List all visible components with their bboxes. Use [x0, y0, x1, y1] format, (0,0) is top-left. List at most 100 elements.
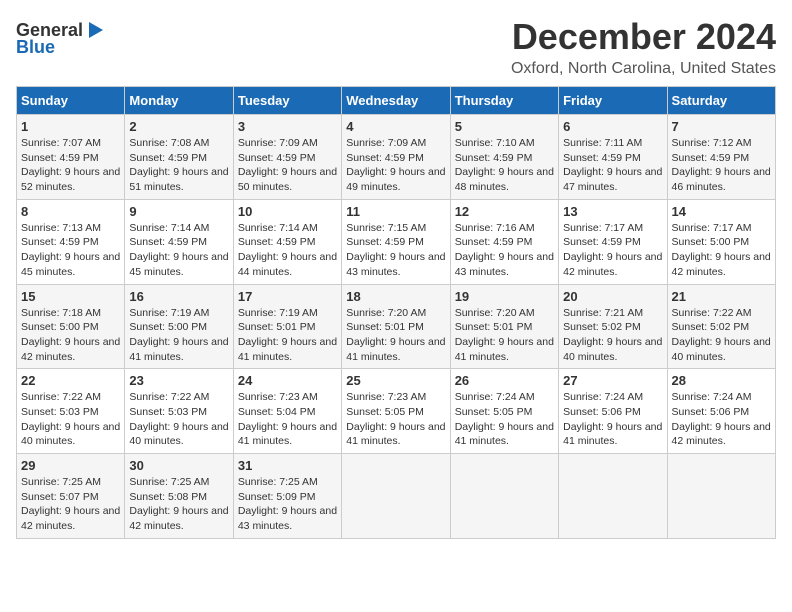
day-number: 7	[672, 119, 771, 134]
calendar-cell: 16 Sunrise: 7:19 AMSunset: 5:00 PMDayligh…	[125, 284, 233, 369]
day-number: 13	[563, 204, 662, 219]
day-number: 15	[21, 289, 120, 304]
day-number: 26	[455, 373, 554, 388]
day-number: 6	[563, 119, 662, 134]
calendar-cell	[342, 454, 450, 539]
calendar-week-row: 1 Sunrise: 7:07 AMSunset: 4:59 PMDaylight…	[17, 115, 776, 200]
day-detail: Sunrise: 7:19 AMSunset: 5:01 PMDaylight:…	[238, 306, 337, 365]
calendar-cell: 9 Sunrise: 7:14 AMSunset: 4:59 PMDaylight…	[125, 199, 233, 284]
calendar-cell: 6 Sunrise: 7:11 AMSunset: 4:59 PMDaylight…	[559, 115, 667, 200]
day-number: 10	[238, 204, 337, 219]
calendar-cell: 21 Sunrise: 7:22 AMSunset: 5:02 PMDayligh…	[667, 284, 775, 369]
day-detail: Sunrise: 7:23 AMSunset: 5:04 PMDaylight:…	[238, 390, 337, 449]
day-header-tuesday: Tuesday	[233, 87, 341, 115]
day-detail: Sunrise: 7:19 AMSunset: 5:00 PMDaylight:…	[129, 306, 228, 365]
day-detail: Sunrise: 7:07 AMSunset: 4:59 PMDaylight:…	[21, 136, 120, 195]
day-number: 18	[346, 289, 445, 304]
day-detail: Sunrise: 7:10 AMSunset: 4:59 PMDaylight:…	[455, 136, 554, 195]
calendar-cell: 14Sunrise: 7:17 AMSunset: 5:00 PMDayligh…	[667, 199, 775, 284]
day-detail: Sunrise: 7:17 AMSunset: 4:59 PMDaylight:…	[563, 221, 662, 280]
day-header-thursday: Thursday	[450, 87, 558, 115]
page-header: General Blue December 2024 Oxford, North…	[16, 16, 776, 78]
calendar-cell: 31 Sunrise: 7:25 AMSunset: 5:09 PMDayligh…	[233, 454, 341, 539]
day-number: 28	[672, 373, 771, 388]
calendar-cell: 17 Sunrise: 7:19 AMSunset: 5:01 PMDayligh…	[233, 284, 341, 369]
calendar-table: SundayMondayTuesdayWednesdayThursdayFrid…	[16, 86, 776, 539]
day-detail: Sunrise: 7:24 AMSunset: 5:05 PMDaylight:…	[455, 390, 554, 449]
day-detail: Sunrise: 7:09 AMSunset: 4:59 PMDaylight:…	[346, 136, 445, 195]
day-number: 17	[238, 289, 337, 304]
logo: General Blue	[16, 20, 105, 58]
day-number: 21	[672, 289, 771, 304]
calendar-cell: 20Sunrise: 7:21 AMSunset: 5:02 PMDayligh…	[559, 284, 667, 369]
day-header-sunday: Sunday	[17, 87, 125, 115]
calendar-cell: 5 Sunrise: 7:10 AMSunset: 4:59 PMDaylight…	[450, 115, 558, 200]
calendar-cell: 13 Sunrise: 7:17 AMSunset: 4:59 PMDayligh…	[559, 199, 667, 284]
day-number: 31	[238, 458, 337, 473]
day-number: 3	[238, 119, 337, 134]
calendar-header-row: SundayMondayTuesdayWednesdayThursdayFrid…	[17, 87, 776, 115]
calendar-title-area: December 2024 Oxford, North Carolina, Un…	[511, 16, 776, 78]
day-detail: Sunrise: 7:11 AMSunset: 4:59 PMDaylight:…	[563, 136, 662, 195]
day-detail: Sunrise: 7:25 AMSunset: 5:09 PMDaylight:…	[238, 475, 337, 534]
calendar-cell: 22 Sunrise: 7:22 AMSunset: 5:03 PMDayligh…	[17, 369, 125, 454]
logo-blue-text: Blue	[16, 37, 55, 58]
calendar-cell	[559, 454, 667, 539]
day-number: 8	[21, 204, 120, 219]
day-number: 20	[563, 289, 662, 304]
calendar-cell: 1 Sunrise: 7:07 AMSunset: 4:59 PMDaylight…	[17, 115, 125, 200]
calendar-cell: 26 Sunrise: 7:24 AMSunset: 5:05 PMDayligh…	[450, 369, 558, 454]
calendar-cell: 27Sunrise: 7:24 AMSunset: 5:06 PMDayligh…	[559, 369, 667, 454]
day-number: 5	[455, 119, 554, 134]
calendar-cell: 19Sunrise: 7:20 AMSunset: 5:01 PMDayligh…	[450, 284, 558, 369]
day-detail: Sunrise: 7:14 AMSunset: 4:59 PMDaylight:…	[238, 221, 337, 280]
calendar-week-row: 15Sunrise: 7:18 AMSunset: 5:00 PMDayligh…	[17, 284, 776, 369]
calendar-cell	[450, 454, 558, 539]
day-detail: Sunrise: 7:22 AMSunset: 5:03 PMDaylight:…	[21, 390, 120, 449]
day-number: 25	[346, 373, 445, 388]
day-detail: Sunrise: 7:15 AMSunset: 4:59 PMDaylight:…	[346, 221, 445, 280]
calendar-cell: 15Sunrise: 7:18 AMSunset: 5:00 PMDayligh…	[17, 284, 125, 369]
calendar-week-row: 8 Sunrise: 7:13 AMSunset: 4:59 PMDaylight…	[17, 199, 776, 284]
calendar-cell: 29 Sunrise: 7:25 AMSunset: 5:07 PMDayligh…	[17, 454, 125, 539]
day-number: 11	[346, 204, 445, 219]
day-header-wednesday: Wednesday	[342, 87, 450, 115]
day-detail: Sunrise: 7:13 AMSunset: 4:59 PMDaylight:…	[21, 221, 120, 280]
calendar-cell: 11 Sunrise: 7:15 AMSunset: 4:59 PMDayligh…	[342, 199, 450, 284]
calendar-cell: 28 Sunrise: 7:24 AMSunset: 5:06 PMDayligh…	[667, 369, 775, 454]
day-detail: Sunrise: 7:08 AMSunset: 4:59 PMDaylight:…	[129, 136, 228, 195]
day-number: 9	[129, 204, 228, 219]
day-number: 16	[129, 289, 228, 304]
day-detail: Sunrise: 7:25 AMSunset: 5:07 PMDaylight:…	[21, 475, 120, 534]
calendar-cell	[667, 454, 775, 539]
day-detail: Sunrise: 7:24 AMSunset: 5:06 PMDaylight:…	[563, 390, 662, 449]
day-detail: Sunrise: 7:24 AMSunset: 5:06 PMDaylight:…	[672, 390, 771, 449]
day-detail: Sunrise: 7:17 AMSunset: 5:00 PMDaylight:…	[672, 221, 771, 280]
calendar-cell: 8 Sunrise: 7:13 AMSunset: 4:59 PMDaylight…	[17, 199, 125, 284]
day-header-monday: Monday	[125, 87, 233, 115]
day-header-saturday: Saturday	[667, 87, 775, 115]
day-detail: Sunrise: 7:20 AMSunset: 5:01 PMDaylight:…	[346, 306, 445, 365]
day-number: 24	[238, 373, 337, 388]
calendar-body: 1 Sunrise: 7:07 AMSunset: 4:59 PMDaylight…	[17, 115, 776, 539]
day-detail: Sunrise: 7:22 AMSunset: 5:02 PMDaylight:…	[672, 306, 771, 365]
day-detail: Sunrise: 7:23 AMSunset: 5:05 PMDaylight:…	[346, 390, 445, 449]
day-number: 30	[129, 458, 228, 473]
calendar-subtitle: Oxford, North Carolina, United States	[511, 60, 776, 78]
day-detail: Sunrise: 7:12 AMSunset: 4:59 PMDaylight:…	[672, 136, 771, 195]
calendar-cell: 24 Sunrise: 7:23 AMSunset: 5:04 PMDayligh…	[233, 369, 341, 454]
calendar-cell: 12Sunrise: 7:16 AMSunset: 4:59 PMDayligh…	[450, 199, 558, 284]
day-number: 22	[21, 373, 120, 388]
calendar-cell: 30Sunrise: 7:25 AMSunset: 5:08 PMDayligh…	[125, 454, 233, 539]
calendar-cell: 2Sunrise: 7:08 AMSunset: 4:59 PMDaylight…	[125, 115, 233, 200]
day-number: 19	[455, 289, 554, 304]
calendar-cell: 7 Sunrise: 7:12 AMSunset: 4:59 PMDaylight…	[667, 115, 775, 200]
calendar-title: December 2024	[511, 16, 776, 58]
calendar-cell: 18 Sunrise: 7:20 AMSunset: 5:01 PMDayligh…	[342, 284, 450, 369]
day-number: 4	[346, 119, 445, 134]
day-number: 12	[455, 204, 554, 219]
calendar-week-row: 22 Sunrise: 7:22 AMSunset: 5:03 PMDayligh…	[17, 369, 776, 454]
day-detail: Sunrise: 7:14 AMSunset: 4:59 PMDaylight:…	[129, 221, 228, 280]
day-number: 29	[21, 458, 120, 473]
day-number: 1	[21, 119, 120, 134]
